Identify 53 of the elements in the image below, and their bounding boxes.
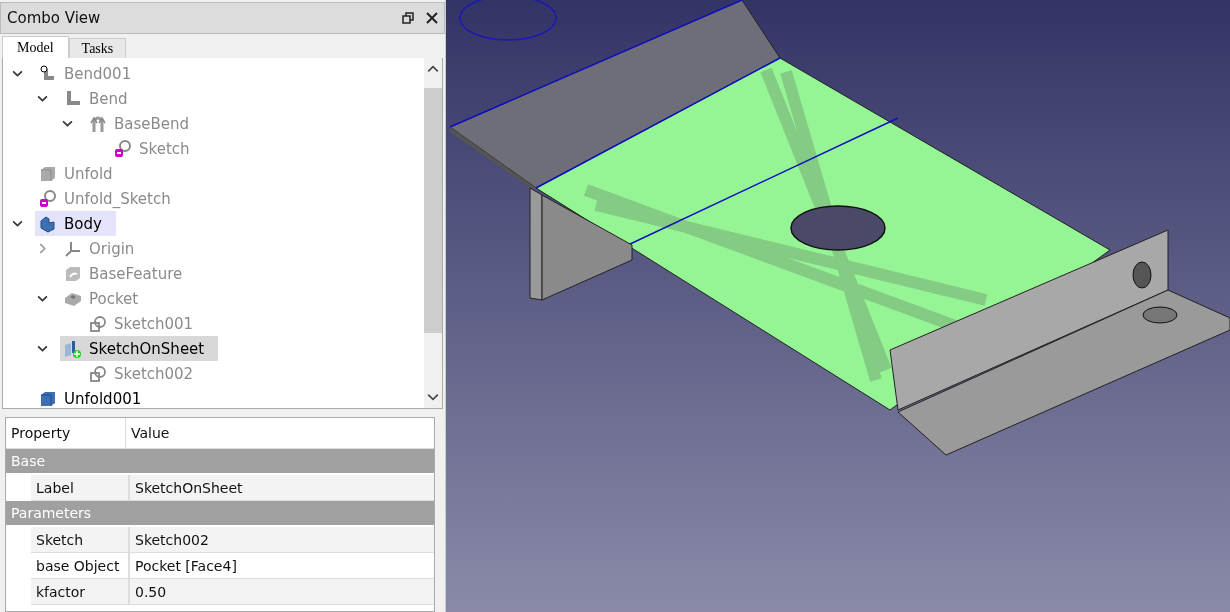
tree-item[interactable]: Pocket	[60, 286, 153, 311]
tree-item[interactable]: Bend	[60, 86, 142, 111]
property-name: kfactor	[31, 579, 130, 604]
3d-viewport[interactable]	[446, 0, 1230, 612]
close-icon[interactable]	[426, 12, 438, 24]
chevron-down-icon[interactable]	[37, 93, 48, 104]
bend-icon	[64, 89, 82, 108]
property-group-header[interactable]: Base	[6, 449, 434, 475]
chevron-right-icon[interactable]	[37, 243, 48, 254]
bend-icon	[39, 64, 57, 83]
tree-item[interactable]: Sketch001	[85, 311, 208, 336]
chevron-down-icon[interactable]	[12, 68, 23, 79]
scrollbar-thumb[interactable]	[424, 88, 442, 333]
property-value[interactable]: Sketch002	[130, 527, 434, 552]
sketch-icon	[89, 314, 107, 333]
tree-item[interactable]: BaseFeature	[60, 261, 197, 286]
locked-sketch-icon	[39, 189, 57, 208]
property-group-header[interactable]: Parameters	[6, 501, 434, 527]
tab[interactable]: Tasks	[68, 38, 127, 58]
scroll-down-icon[interactable]	[427, 391, 439, 403]
tree-item[interactable]: Unfold	[35, 161, 127, 186]
sketch-icon	[89, 364, 107, 383]
tree-item[interactable]: Sketch002	[85, 361, 208, 386]
locked-sketch-icon	[114, 139, 132, 158]
tree-item[interactable]: Unfold_Sketch	[35, 186, 185, 211]
scroll-up-icon[interactable]	[427, 63, 439, 75]
tree-item[interactable]: Sketch	[110, 136, 204, 161]
tree-item[interactable]: Unfold001	[35, 386, 156, 408]
float-icon[interactable]	[402, 12, 414, 24]
property-value[interactable]: Pocket [Face4]	[130, 553, 434, 578]
u-bend-icon	[89, 114, 107, 133]
property-value[interactable]: 0.50	[130, 579, 434, 604]
tree-item[interactable]: SketchOnSheet	[60, 336, 219, 361]
axes-icon	[64, 239, 82, 258]
column-header: Value	[130, 424, 171, 443]
tree-item[interactable]: BaseBend	[85, 111, 204, 136]
chevron-down-icon[interactable]	[37, 343, 48, 354]
body-icon	[39, 214, 57, 233]
feature-icon	[64, 264, 82, 283]
chevron-down-icon[interactable]	[12, 218, 23, 229]
cube-icon	[39, 389, 57, 408]
chevron-down-icon[interactable]	[62, 118, 73, 129]
tree-item[interactable]: Origin	[60, 236, 149, 261]
property-value[interactable]: SketchOnSheet	[130, 475, 434, 500]
tree-item[interactable]: Bend001	[35, 61, 146, 86]
tab[interactable]: Model	[2, 36, 69, 58]
tree-item[interactable]: Body	[35, 211, 116, 236]
cube-icon	[39, 164, 57, 183]
column-header: Property	[6, 418, 126, 448]
panel-title: Combo View	[7, 9, 102, 27]
chevron-down-icon[interactable]	[37, 293, 48, 304]
sketch-on-sheet-icon	[64, 339, 82, 358]
scrollbar[interactable]	[424, 58, 442, 408]
